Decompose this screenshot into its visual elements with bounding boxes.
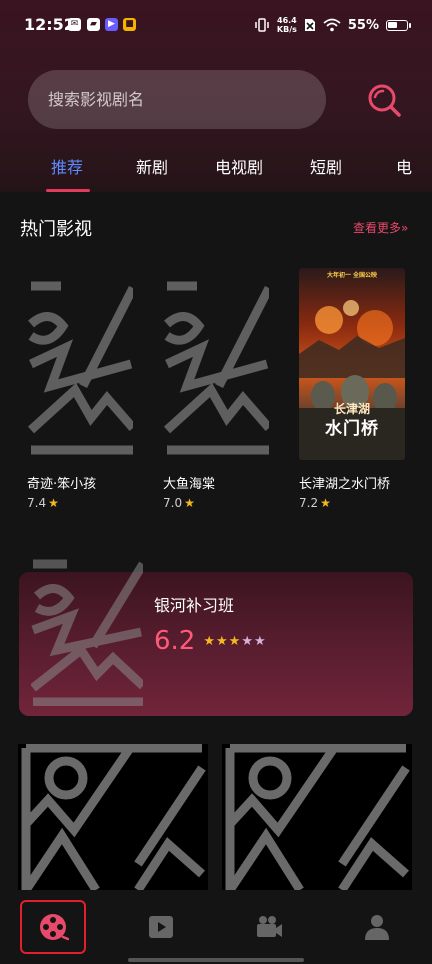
star-icon: ★: [216, 633, 229, 649]
poster-title-line2: 水门桥: [325, 419, 379, 439]
sim-icon: [304, 19, 315, 31]
movie-card[interactable]: 奇迹·笨小孩 7.4 ★: [27, 268, 139, 510]
star-icon: ★: [184, 496, 195, 510]
play-icon: [149, 916, 173, 938]
mail-notification-icon: ✉: [68, 18, 81, 31]
poster-placeholder: [163, 268, 269, 460]
tab-recommend[interactable]: 推荐: [51, 154, 83, 178]
tab-short-drama[interactable]: 短剧: [310, 154, 342, 178]
poster-placeholder: [27, 268, 133, 460]
movie-card[interactable]: 大年初一 全国公映 长津湖 水门桥 长津湖之水门桥 7.2 ★: [299, 268, 411, 510]
home-indicator[interactable]: [128, 958, 304, 962]
nav-live[interactable]: [236, 900, 302, 954]
battery-icon: [386, 19, 411, 31]
user-icon: [365, 915, 389, 940]
vibrate-icon: [255, 18, 269, 32]
chat-notification-icon: ▰: [87, 18, 100, 31]
featured-title: 银河补习班: [154, 596, 235, 615]
search-input[interactable]: [48, 90, 326, 109]
video-thumbnail[interactable]: [18, 744, 208, 890]
status-indicators: 46.4 KB/s 55%: [254, 14, 411, 36]
battery-percent: 55%: [347, 17, 379, 33]
card-rating: 7.4 ★: [27, 496, 59, 510]
movie-poster: 大年初一 全国公映 长津湖 水门桥: [299, 268, 405, 460]
film-reel-icon: [40, 914, 69, 941]
wifi-icon: [323, 18, 341, 32]
card-title: 奇迹·笨小孩: [27, 477, 97, 492]
image-placeholder-icon: [31, 559, 143, 706]
movie-card[interactable]: 大鱼海棠 7.0 ★: [163, 268, 275, 510]
star-icon: ★: [320, 496, 331, 510]
image-placeholder-icon: [21, 744, 206, 890]
tab-indicator: [46, 189, 90, 192]
tab-movie[interactable]: 电: [396, 154, 412, 178]
poster-tagline: 大年初一 全国公映: [326, 272, 378, 279]
nav-home[interactable]: [20, 900, 86, 954]
card-title: 大鱼海棠: [163, 477, 216, 492]
star-icon: ★: [241, 633, 254, 649]
search-bar[interactable]: [28, 70, 326, 129]
image-placeholder-icon: [163, 281, 269, 455]
bottom-navigation: [0, 890, 432, 964]
nav-profile[interactable]: [344, 900, 410, 954]
featured-card[interactable]: 银河补习班 6.2 ★★★★★: [19, 559, 413, 716]
card-rating: 7.2 ★: [299, 496, 331, 510]
section-title: 热门影视: [20, 219, 92, 240]
camera-notification-icon: ■: [123, 18, 136, 31]
image-placeholder-icon: [225, 744, 410, 890]
battery-level: [388, 21, 398, 28]
category-tabs: 推荐 新剧 电视剧 短剧 电: [0, 148, 432, 192]
nav-videos[interactable]: [128, 900, 194, 954]
card-rating: 7.0 ★: [163, 496, 195, 510]
image-placeholder-icon: [27, 281, 133, 455]
tab-tv-series[interactable]: 电视剧: [215, 154, 263, 178]
search-icon[interactable]: [364, 80, 404, 120]
network-speed: 46.4 KB/s: [276, 16, 297, 34]
featured-score: 6.2: [154, 626, 196, 656]
star-icon: ★: [228, 633, 242, 649]
star-icon: ★: [203, 633, 217, 649]
video-camera-icon: [257, 916, 282, 937]
star-icon: ★: [48, 496, 59, 510]
status-bar: 12:52 ✉ ▰ ▶ ■ 46.4 KB/s 55%: [0, 0, 432, 52]
card-title: 长津湖之水门桥: [299, 477, 391, 492]
star-icon: ★: [253, 633, 267, 649]
star-rating: ★★★★★: [203, 634, 266, 649]
featured-rating: 6.2 ★★★★★: [154, 626, 267, 656]
app-screen: 12:52 ✉ ▰ ▶ ■ 46.4 KB/s 55% 搜索影视剧名 推荐 新剧…: [0, 0, 432, 964]
video-notification-icon: ▶: [105, 18, 118, 31]
see-more-link[interactable]: 查看更多»: [353, 219, 408, 236]
video-thumbnail[interactable]: [222, 744, 412, 890]
tab-new-drama[interactable]: 新剧: [136, 154, 168, 178]
